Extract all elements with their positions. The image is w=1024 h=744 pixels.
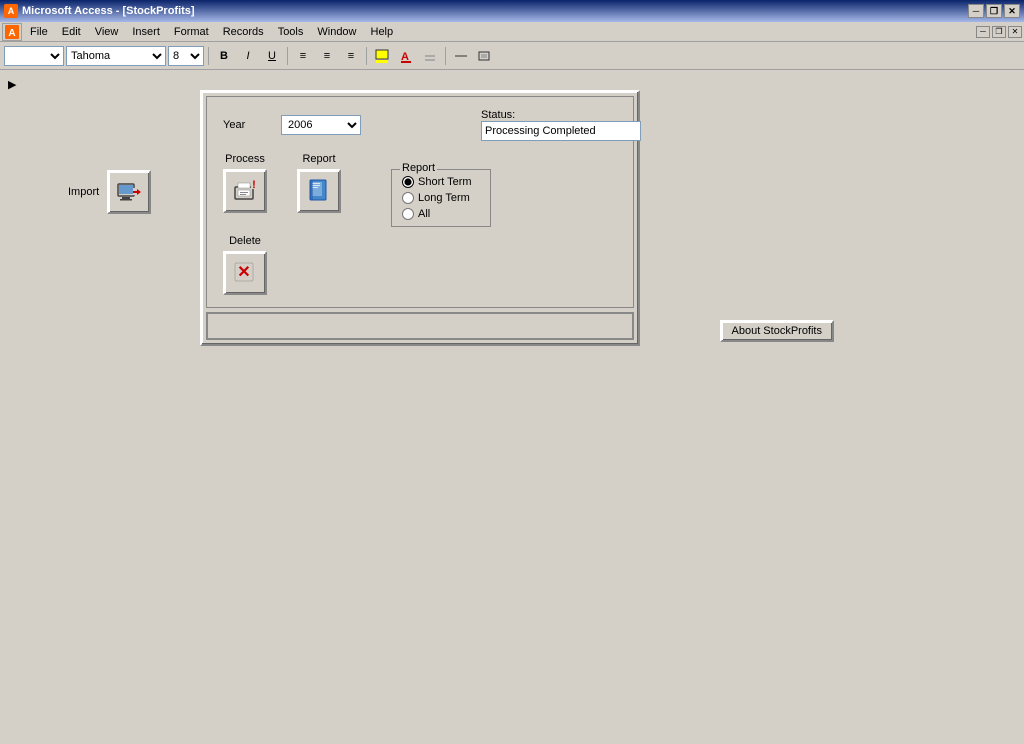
report-button[interactable] [297,169,341,213]
inner-window-controls[interactable]: ─ ❐ ✕ [976,26,1022,38]
line-color-button[interactable] [419,46,441,66]
align-right-button[interactable]: ≡ [340,46,362,66]
process-button[interactable]: ! [223,169,267,213]
app-icon: A [4,4,18,18]
menu-help[interactable]: Help [365,24,400,40]
menu-file[interactable]: File [24,24,54,40]
report-group-action: Report [297,153,341,213]
fill-color-button[interactable] [371,46,393,66]
report-group-label: Report [400,162,437,174]
radio-row-long: Long Term [402,192,480,204]
font-color-button[interactable]: A [395,46,417,66]
delete-group: Delete ✕ [223,235,267,295]
status-input[interactable] [481,121,641,141]
inner-close[interactable]: ✕ [1008,26,1022,38]
menu-edit[interactable]: Edit [56,24,87,40]
menu-records[interactable]: Records [217,24,270,40]
year-label: Year [223,119,273,131]
menu-view[interactable]: View [89,24,125,40]
report-radio-group: Report Short Term Long Term All [391,169,491,227]
status-label: Status: [481,109,515,121]
form-inner: Year 2006 2005 2007 Status: Process [206,96,634,308]
delete-label: Delete [229,235,261,247]
status-row: Year 2006 2005 2007 Status: [223,109,617,141]
toolbar-sep-3 [366,47,367,65]
toolbar-sep-2 [287,47,288,65]
close-button[interactable]: ✕ [1004,4,1020,18]
style-select[interactable] [4,46,64,66]
size-select[interactable]: 8 [168,46,204,66]
report-label: Report [302,153,335,165]
bold-button[interactable]: B [213,46,235,66]
import-section: Import [68,170,151,214]
align-left-button[interactable]: ≡ [292,46,314,66]
menu-window[interactable]: Window [311,24,362,40]
inner-restore[interactable]: ❐ [992,26,1006,38]
year-select[interactable]: 2006 2005 2007 [281,115,361,135]
short-term-label: Short Term [418,176,472,188]
italic-button[interactable]: I [237,46,259,66]
toolbar: Tahoma 8 B I U ≡ ≡ ≡ A [0,42,1024,70]
delete-button[interactable]: ✕ [223,251,267,295]
all-label: All [418,208,430,220]
all-radio[interactable] [402,208,414,220]
import-icon [115,178,143,206]
delete-icon: ✕ [231,259,259,287]
inner-minimize[interactable]: ─ [976,26,990,38]
long-term-radio[interactable] [402,192,414,204]
process-label: Process [225,153,265,165]
process-icon: ! [231,177,259,205]
svg-text:A: A [8,6,15,16]
form-panel: Year 2006 2005 2007 Status: Process [200,90,640,346]
about-button[interactable]: About StockProfits [720,320,835,342]
import-label: Import [68,186,99,198]
toolbar-sep-1 [208,47,209,65]
report-icon [305,177,333,205]
special-effect-button[interactable] [474,46,496,66]
title-bar: A Microsoft Access - [StockProfits] ─ ❐ … [0,0,1024,22]
minimize-button[interactable]: ─ [968,4,984,18]
form-status-bar [206,312,634,340]
menu-insert[interactable]: Insert [126,24,166,40]
line-thickness-button[interactable] [450,46,472,66]
menu-tools[interactable]: Tools [272,24,310,40]
app-menu-icon[interactable]: A [2,23,22,41]
toolbar-sep-4 [445,47,446,65]
process-group: Process ! [223,153,267,213]
radio-row-all: All [402,208,480,220]
app-title: Microsoft Access - [StockProfits] [22,5,195,17]
left-arrow: ▶ [8,78,16,91]
svg-text:A: A [8,28,15,39]
menu-bar: A File Edit View Insert Format Records T… [0,22,1024,42]
import-button[interactable] [107,170,151,214]
year-group: Year 2006 2005 2007 [223,115,361,135]
svg-text:✕: ✕ [237,264,250,281]
font-select[interactable]: Tahoma [66,46,166,66]
short-term-radio[interactable] [402,176,414,188]
long-term-label: Long Term [418,192,470,204]
title-bar-left: A Microsoft Access - [StockProfits] [4,4,195,18]
align-center-button[interactable]: ≡ [316,46,338,66]
main-area: ▶ Import Year [0,70,1024,744]
status-group: Status: [481,109,641,141]
restore-button[interactable]: ❐ [986,4,1002,18]
delete-row: Delete ✕ [223,235,617,295]
menu-format[interactable]: Format [168,24,215,40]
svg-text:!: ! [252,179,256,191]
underline-button[interactable]: U [261,46,283,66]
title-bar-controls[interactable]: ─ ❐ ✕ [968,4,1020,18]
radio-row-short: Short Term [402,176,480,188]
actions-row: Process ! [223,153,617,227]
